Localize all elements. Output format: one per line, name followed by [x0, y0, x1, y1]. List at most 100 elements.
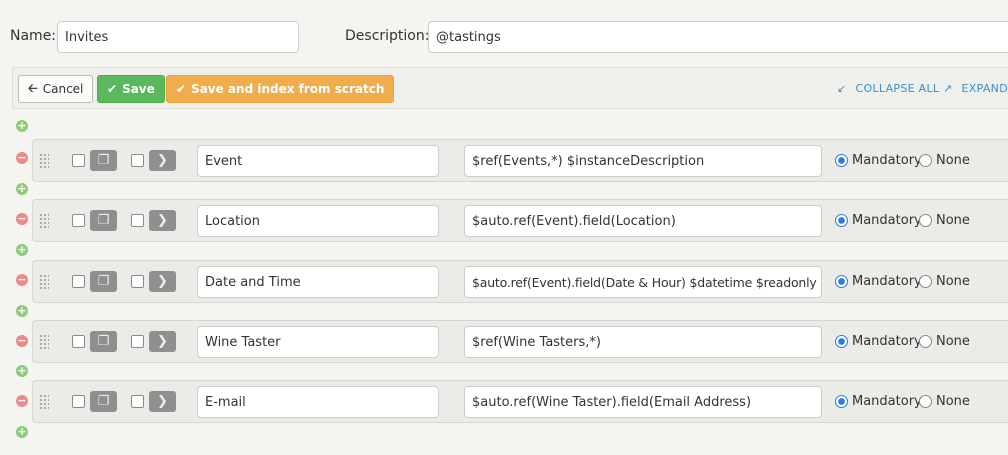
add-row-icon[interactable]: +: [16, 244, 28, 256]
add-row-icon[interactable]: +: [16, 120, 28, 132]
field-expression-input[interactable]: $ref(Events,*) $instanceDescription: [464, 145, 822, 177]
expand-all-link[interactable]: ↗ EXPAND ALL: [943, 82, 1008, 95]
field-expression-input[interactable]: $auto.ref(Event).field(Date & Hour) $dat…: [464, 266, 822, 298]
row-option-checkbox[interactable]: [131, 335, 144, 348]
field-name-input[interactable]: Event: [197, 145, 439, 177]
mandatory-label: Mandatory: [852, 394, 922, 409]
row-select-checkbox[interactable]: [72, 214, 85, 227]
mandatory-label: Mandatory: [852, 274, 922, 289]
chevron-right-icon: ❯: [157, 213, 168, 228]
mandatory-radio[interactable]: [835, 214, 848, 227]
drag-grip-icon[interactable]: [39, 153, 49, 169]
remove-row-icon[interactable]: −: [16, 213, 28, 225]
row-select-checkbox[interactable]: [72, 335, 85, 348]
add-row-icon[interactable]: +: [16, 365, 28, 377]
none-label: None: [936, 334, 970, 349]
copy-icon: ❐: [97, 153, 110, 168]
none-label: None: [936, 274, 970, 289]
none-radio[interactable]: [919, 154, 932, 167]
field-name-input[interactable]: Date and Time: [197, 266, 439, 298]
description-input[interactable]: @tastings: [428, 21, 1008, 53]
open-button[interactable]: ❯: [149, 271, 176, 292]
open-button[interactable]: ❯: [149, 331, 176, 352]
mandatory-radio[interactable]: [835, 154, 848, 167]
drag-grip-icon[interactable]: [39, 274, 49, 290]
cancel-button[interactable]: 🡠 Cancel: [18, 75, 94, 103]
remove-row-icon[interactable]: −: [16, 152, 28, 164]
drag-grip-icon[interactable]: [39, 213, 49, 229]
add-row-icon[interactable]: +: [16, 426, 28, 438]
field-name-input[interactable]: E-mail: [197, 386, 439, 418]
none-radio[interactable]: [919, 335, 932, 348]
copy-icon: ❐: [97, 334, 110, 349]
field-row: ❐ ❯ Wine Taster $ref(Wine Tasters,*) Man…: [32, 320, 1008, 363]
chevron-right-icon: ❯: [157, 153, 168, 168]
drag-grip-icon[interactable]: [39, 334, 49, 350]
name-label: Name:: [10, 28, 57, 44]
none-radio[interactable]: [919, 395, 932, 408]
copy-button[interactable]: ❐: [90, 391, 117, 412]
row-select-checkbox[interactable]: [72, 154, 85, 167]
row-select-checkbox[interactable]: [72, 275, 85, 288]
save-button-label: Save: [122, 82, 155, 96]
field-row: ❐ ❯ Date and Time $auto.ref(Event).field…: [32, 260, 1008, 303]
toolbar: 🡠 Cancel ✔ Save ✔ Save and index from sc…: [12, 67, 1008, 109]
save-and-index-button[interactable]: ✔ Save and index from scratch: [166, 75, 395, 103]
collapse-all-link[interactable]: ↙ COLLAPSE ALL: [837, 82, 939, 95]
remove-row-icon[interactable]: −: [16, 395, 28, 407]
chevron-right-icon: ❯: [157, 274, 168, 289]
field-name-input[interactable]: Wine Taster: [197, 326, 439, 358]
expand-arrows-icon: ↗: [943, 82, 953, 95]
chevron-right-icon: ❯: [157, 334, 168, 349]
description-label: Description:: [345, 28, 430, 44]
check-icon: ✔: [176, 82, 187, 96]
field-expression-input[interactable]: $auto.ref(Wine Taster).field(Email Addre…: [464, 386, 822, 418]
mandatory-label: Mandatory: [852, 213, 922, 228]
row-select-checkbox[interactable]: [72, 395, 85, 408]
copy-button[interactable]: ❐: [90, 150, 117, 171]
mandatory-radio[interactable]: [835, 275, 848, 288]
save-button[interactable]: ✔ Save: [97, 75, 165, 103]
mandatory-label: Mandatory: [852, 153, 922, 168]
chevron-right-icon: ❯: [157, 394, 168, 409]
copy-icon: ❐: [97, 213, 110, 228]
copy-button[interactable]: ❐: [90, 271, 117, 292]
field-row: ❐ ❯ Location $auto.ref(Event).field(Loca…: [32, 199, 1008, 242]
row-option-checkbox[interactable]: [131, 395, 144, 408]
add-row-icon[interactable]: +: [16, 183, 28, 195]
copy-icon: ❐: [97, 274, 110, 289]
add-row-icon[interactable]: +: [16, 305, 28, 317]
drag-grip-icon[interactable]: [39, 394, 49, 410]
mandatory-label: Mandatory: [852, 334, 922, 349]
field-row: ❐ ❯ Event $ref(Events,*) $instanceDescri…: [32, 139, 1008, 182]
open-button[interactable]: ❯: [149, 210, 176, 231]
remove-row-icon[interactable]: −: [16, 274, 28, 286]
field-expression-input[interactable]: $auto.ref(Event).field(Location): [464, 205, 822, 237]
copy-button[interactable]: ❐: [90, 210, 117, 231]
collapse-all-label: COLLAPSE ALL: [855, 82, 940, 95]
field-row: ❐ ❯ E-mail $auto.ref(Wine Taster).field(…: [32, 380, 1008, 423]
copy-button[interactable]: ❐: [90, 331, 117, 352]
row-option-checkbox[interactable]: [131, 214, 144, 227]
save-and-index-button-label: Save and index from scratch: [191, 82, 385, 96]
none-radio[interactable]: [919, 214, 932, 227]
none-label: None: [936, 394, 970, 409]
name-input[interactable]: Invites: [57, 21, 299, 53]
row-option-checkbox[interactable]: [131, 275, 144, 288]
check-icon: ✔: [107, 82, 118, 96]
row-option-checkbox[interactable]: [131, 154, 144, 167]
open-button[interactable]: ❯: [149, 150, 176, 171]
mandatory-radio[interactable]: [835, 395, 848, 408]
none-label: None: [936, 213, 970, 228]
open-button[interactable]: ❯: [149, 391, 176, 412]
arrow-left-icon: 🡠: [28, 80, 38, 95]
none-label: None: [936, 153, 970, 168]
remove-row-icon[interactable]: −: [16, 335, 28, 347]
field-name-input[interactable]: Location: [197, 205, 439, 237]
copy-icon: ❐: [97, 394, 110, 409]
field-expression-input[interactable]: $ref(Wine Tasters,*): [464, 326, 822, 358]
expand-all-label: EXPAND ALL: [961, 82, 1008, 95]
mandatory-radio[interactable]: [835, 335, 848, 348]
none-radio[interactable]: [919, 275, 932, 288]
cancel-button-label: Cancel: [42, 82, 84, 96]
